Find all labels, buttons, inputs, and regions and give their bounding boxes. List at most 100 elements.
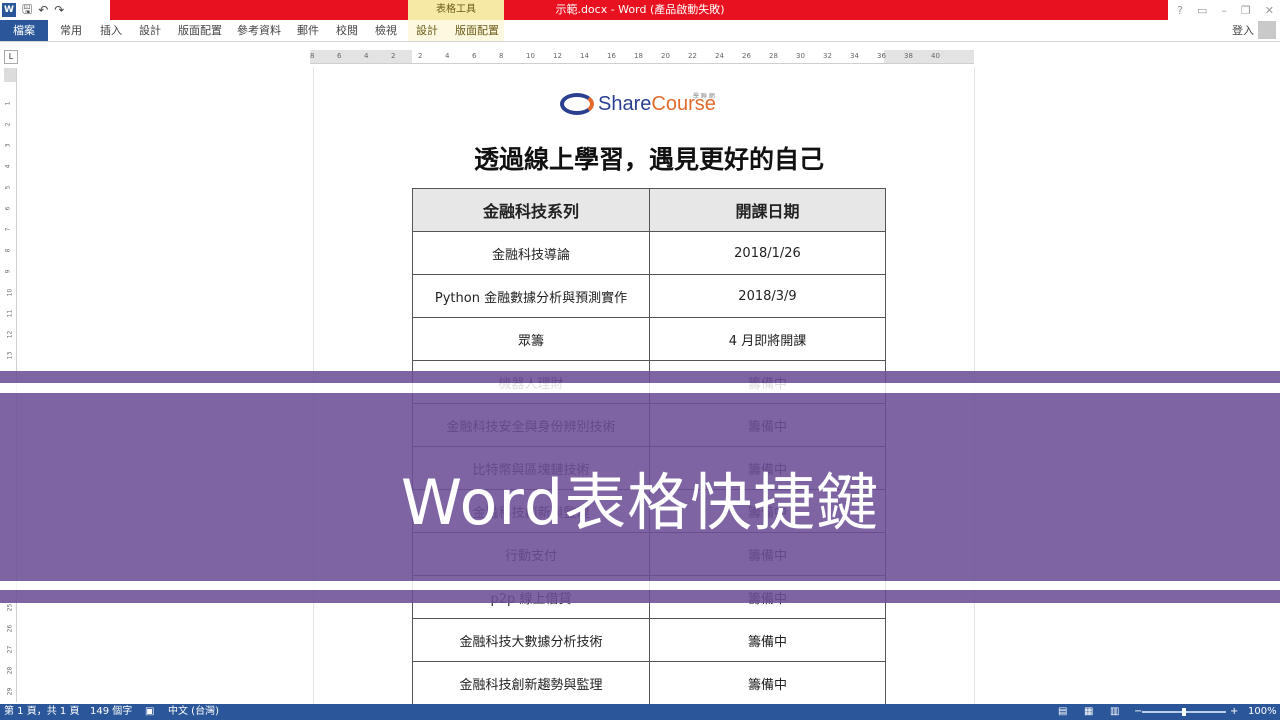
course-name-cell[interactable]: 金融科技大數據分析技術 [412, 618, 650, 662]
close-icon[interactable]: ✕ [1265, 4, 1274, 17]
ruler-number: 16 [607, 52, 616, 60]
logo-mark-icon [560, 93, 594, 115]
table-header-row: 金融科技系列 開課日期 [412, 188, 886, 232]
zoom-level[interactable]: 100% [1248, 704, 1277, 720]
ruler-number: 11 [6, 309, 14, 318]
table-row: 金融科技創新趨勢與監理 籌備中 [412, 661, 886, 705]
table-header-cell[interactable]: 開課日期 [649, 188, 886, 232]
read-mode-icon[interactable]: ▤ [1058, 704, 1067, 720]
proofing-icon[interactable]: ▣ [145, 704, 154, 720]
table-row: 金融科技大數據分析技術 籌備中 [412, 618, 886, 662]
course-name-cell[interactable]: 金融科技導論 [412, 231, 650, 275]
ruler-number: 32 [823, 52, 832, 60]
document-title: 示範.docx - Word (產品啟動失敗) [555, 3, 725, 16]
ruler-number: 20 [661, 52, 670, 60]
table-tools-label: 表格工具 [408, 0, 504, 20]
table-row: Python 金融數據分析與預測實作 2018/3/9 [412, 274, 886, 318]
ruler-number: 2 [391, 52, 396, 60]
ruler-number: 13 [6, 351, 14, 360]
ruler-number: 28 [6, 666, 14, 675]
sign-in-link[interactable]: 登入 [1232, 20, 1254, 41]
avatar[interactable] [1258, 21, 1276, 39]
course-name-cell[interactable]: Python 金融數據分析與預測實作 [412, 274, 650, 318]
title-bar: W 🖫 ↶ ↷ 示範.docx - Word (產品啟動失敗) 表格工具 ? ▭… [0, 0, 1280, 20]
tab-home[interactable]: 常用 [60, 20, 82, 41]
ruler-number: 28 [769, 52, 778, 60]
tab-table-layout[interactable]: 版面配置 [455, 20, 499, 41]
course-date-cell[interactable]: 4 月即將開課 [649, 317, 886, 361]
ruler-number: 10 [6, 288, 14, 297]
ruler-number: 36 [877, 52, 886, 60]
restore-icon[interactable]: ❐ [1241, 4, 1251, 17]
course-date-cell[interactable]: 籌備中 [649, 618, 886, 662]
logo-text-share: Share [598, 92, 652, 115]
ruler-number: 10 [526, 52, 535, 60]
logo-subtitle: 學 聯 網 [693, 93, 715, 100]
ruler-number: 8 [4, 248, 12, 253]
ruler-number: 5 [4, 185, 12, 190]
print-layout-icon[interactable]: ▦ [1084, 704, 1093, 720]
page-count[interactable]: 第 1 頁，共 1 頁 [4, 704, 79, 720]
tab-file[interactable]: 檔案 [0, 20, 48, 41]
course-date-cell[interactable]: 2018/1/26 [649, 231, 886, 275]
tab-table-design[interactable]: 設計 [416, 20, 438, 41]
ruler-number: 27 [6, 645, 14, 654]
table-header-cell[interactable]: 金融科技系列 [412, 188, 650, 232]
ruler-margin-top [4, 68, 16, 82]
tab-mailings[interactable]: 郵件 [297, 20, 319, 41]
ruler-margin-left [310, 50, 412, 63]
tab-selector[interactable]: L [4, 50, 18, 64]
ruler-margin-right [884, 50, 974, 63]
zoom-slider-thumb[interactable] [1182, 708, 1186, 716]
ruler-number: 4 [364, 52, 369, 60]
ruler-number: 14 [580, 52, 589, 60]
ruler-number: 6 [337, 52, 342, 60]
ribbon-tabs: 檔案 常用 插入 設計 版面配置 參考資料 郵件 校閱 檢視 設計 版面配置 登… [0, 20, 1280, 42]
tab-design[interactable]: 設計 [139, 20, 161, 41]
language-indicator[interactable]: 中文 (台灣) [168, 704, 219, 720]
banner-gap-top [0, 383, 1280, 393]
course-date-cell[interactable]: 籌備中 [649, 661, 886, 705]
ruler-number: 12 [6, 330, 14, 339]
ruler-number: 30 [796, 52, 805, 60]
status-bar: 第 1 頁，共 1 頁 149 個字 ▣ 中文 (台灣) ▤ ▦ ▥ − + 1… [0, 704, 1280, 720]
tab-review[interactable]: 校閱 [336, 20, 358, 41]
minimize-icon[interactable]: – [1221, 4, 1227, 17]
document-heading[interactable]: 透過線上學習，遇見更好的自己 [412, 140, 886, 176]
ruler-number: 40 [931, 52, 940, 60]
ruler-number: 38 [904, 52, 913, 60]
ruler-number: 1 [4, 101, 12, 106]
web-layout-icon[interactable]: ▥ [1110, 704, 1119, 720]
ruler-number: 18 [634, 52, 643, 60]
ruler-number: 4 [445, 52, 450, 60]
ribbon-display-icon[interactable]: ▭ [1197, 4, 1207, 17]
course-date-cell[interactable]: 2018/3/9 [649, 274, 886, 318]
tab-references[interactable]: 參考資料 [237, 20, 281, 41]
ruler-number: 2 [418, 52, 423, 60]
zoom-in-icon[interactable]: + [1230, 704, 1238, 720]
course-name-cell[interactable]: 金融科技創新趨勢與監理 [412, 661, 650, 705]
tab-view[interactable]: 檢視 [375, 20, 397, 41]
horizontal-ruler[interactable]: 8 6 4 2 2 4 6 8 10 12 14 16 18 20 22 24 26 28 30 32 34 36 38 40 [310, 50, 974, 64]
ruler-number: 8 [499, 52, 504, 60]
tab-layout[interactable]: 版面配置 [178, 20, 222, 41]
banner-stripe-top [0, 371, 1280, 383]
ruler-number: 7 [4, 227, 12, 232]
banner-gap-bottom [0, 581, 1280, 590]
ruler-number: 26 [6, 624, 14, 633]
ruler-number: 2 [4, 122, 12, 127]
tab-insert[interactable]: 插入 [100, 20, 122, 41]
ruler-number: 22 [688, 52, 697, 60]
table-row: 眾籌 4 月即將開課 [412, 317, 886, 361]
help-icon[interactable]: ? [1177, 4, 1183, 17]
ruler-number: 26 [742, 52, 751, 60]
ruler-number: 34 [850, 52, 859, 60]
ruler-number: 3 [4, 143, 12, 148]
ruler-number: 12 [553, 52, 562, 60]
course-name-cell[interactable]: 眾籌 [412, 317, 650, 361]
word-count[interactable]: 149 個字 [90, 704, 132, 720]
ruler-number: 24 [715, 52, 724, 60]
table-row: 金融科技導論 2018/1/26 [412, 231, 886, 275]
banner-title: Word表格快捷鍵 [400, 466, 880, 539]
ruler-number: 4 [4, 164, 12, 169]
